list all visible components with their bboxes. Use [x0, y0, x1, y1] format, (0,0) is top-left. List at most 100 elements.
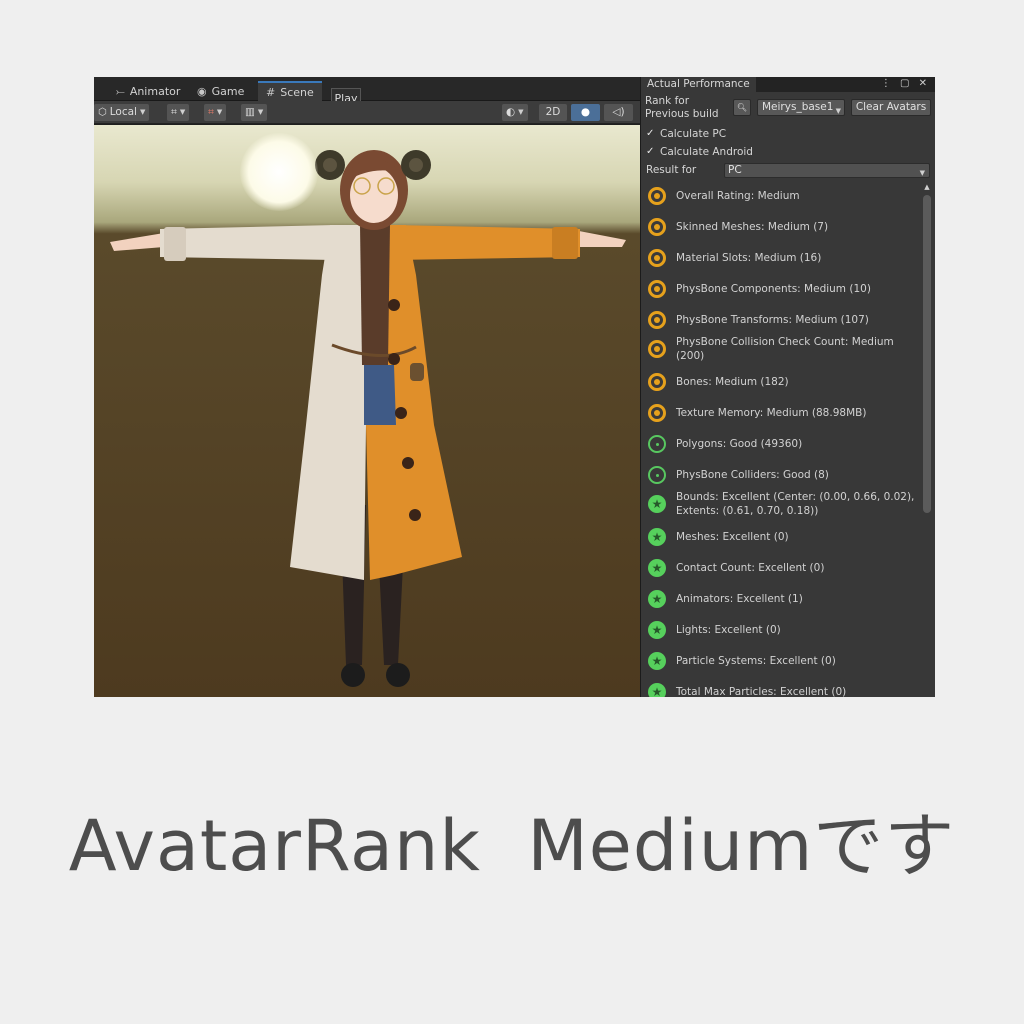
rating-row: Skinned Meshes: Medium (7) — [648, 218, 921, 236]
rating-row: ★ Lights: Excellent (0) — [648, 621, 921, 639]
coat-button — [388, 299, 400, 311]
chevron-down-icon: ▼ — [835, 107, 841, 115]
checkbox-calc-pc[interactable]: ✓ — [646, 129, 656, 139]
rating-text-line1: Texture Memory: Medium (88.98MB) — [676, 407, 867, 419]
increment-snap-button[interactable]: ⌗ ▼ — [204, 104, 227, 121]
medium-rating-icon — [648, 218, 666, 236]
tab-label: Scene — [280, 85, 314, 99]
ruler-icon: ▥ — [245, 106, 255, 118]
audio-toggle[interactable]: ◁) — [604, 104, 633, 121]
avatar-model — [110, 150, 626, 687]
coat-left — [290, 225, 366, 580]
rating-row: PhysBone Colliders: Good (8) — [648, 466, 921, 484]
window-controls[interactable]: ⋮ ▢ ✕ — [881, 77, 930, 91]
rank-label-line1: Rank for — [645, 95, 690, 107]
result-for-dropdown[interactable]: PC ▼ — [724, 163, 930, 178]
chevron-down-icon: ▼ — [257, 108, 264, 116]
rating-text: PhysBone Components: Medium (10) — [676, 282, 871, 296]
medium-rating-icon — [648, 280, 666, 298]
rating-text: Overall Rating: Medium — [676, 189, 800, 203]
rating-text: Polygons: Good (49360) — [676, 437, 802, 451]
excellent-rating-icon: ★ — [648, 683, 666, 697]
calc-pc-label: Calculate PC — [660, 128, 727, 140]
sweater — [360, 225, 390, 365]
rating-text-line1: Animators: Excellent (1) — [676, 593, 803, 605]
coat-button — [402, 457, 414, 469]
medium-rating-icon — [648, 373, 666, 391]
good-rating-icon — [648, 466, 666, 484]
rating-text: PhysBone Transforms: Medium (107) — [676, 313, 869, 327]
right-cuff — [552, 227, 578, 259]
excellent-rating-icon: ★ — [648, 590, 666, 608]
cube-icon: ⬡ — [98, 107, 107, 118]
rating-text-line1: Contact Count: Excellent (0) — [676, 562, 825, 574]
rating-text: PhysBone Colliders: Good (8) — [676, 468, 829, 482]
scene-toolbar: ⬡ Local ▼ ⌗ ▼ ⌗ ▼ ▥ ▼ ◐ ▼ 2D ● ◁) — [94, 101, 640, 124]
ratings-list[interactable]: Overall Rating: Medium Skinned Meshes: Me… — [641, 183, 921, 697]
scene-area: ⤚ Animator ◉ Game # Scene Play ⬡ Local ▼… — [94, 77, 640, 697]
rating-text: Texture Memory: Medium (88.98MB) — [676, 406, 866, 420]
rating-text-line1: PhysBone Collision Check Count: Medium — [676, 336, 894, 348]
excellent-rating-icon: ★ — [648, 495, 666, 513]
medium-rating-icon — [648, 249, 666, 267]
scrollbar[interactable]: ▲ — [923, 183, 931, 697]
left-hand — [110, 233, 164, 251]
rating-text: Contact Count: Excellent (0) — [676, 561, 824, 575]
rating-text-line1: Particle Systems: Excellent (0) — [676, 655, 836, 667]
tab-label: Game — [211, 85, 245, 98]
pivot-dropdown[interactable]: ⬡ Local ▼ — [94, 104, 150, 121]
shading-mode-button[interactable]: ◐ ▼ — [502, 104, 528, 121]
right-horn-inner — [409, 158, 423, 172]
chevron-down-icon: ▼ — [518, 108, 524, 116]
shorts — [364, 365, 396, 425]
sun — [240, 133, 318, 211]
scroll-thumb[interactable] — [923, 195, 931, 513]
calc-android-label: Calculate Android — [660, 146, 753, 158]
panel-tab-title[interactable]: Actual Performance — [641, 77, 756, 92]
coat-button — [409, 509, 421, 521]
chevron-down-icon: ▼ — [179, 108, 186, 116]
rating-text: Lights: Excellent (0) — [676, 623, 781, 637]
tab-animator[interactable]: ⤚ Animator — [108, 82, 188, 101]
rating-text: Total Max Particles: Excellent (0) — [676, 685, 846, 697]
coat-button — [395, 407, 407, 419]
rating-row: ★ Bounds: Excellent (Center: (0.00, 0.66,… — [648, 490, 921, 518]
rating-row: ★ Particle Systems: Excellent (0) — [648, 652, 921, 670]
grid-icon: # — [266, 85, 276, 99]
tab-game[interactable]: ◉ Game — [189, 82, 252, 101]
ruler-button[interactable]: ▥ ▼ — [241, 104, 268, 121]
rating-text-line1: PhysBone Transforms: Medium (107) — [676, 314, 869, 326]
rating-text: Material Slots: Medium (16) — [676, 251, 821, 265]
lighting-toggle[interactable]: ● — [571, 104, 600, 121]
checkbox-calc-android[interactable]: ✓ — [646, 147, 656, 157]
grid-snap-button[interactable]: ⌗ ▼ — [167, 104, 190, 121]
editor-screenshot: ⤚ Animator ◉ Game # Scene Play ⬡ Local ▼… — [94, 77, 935, 697]
clear-avatars-button[interactable]: Clear Avatars — [851, 99, 931, 116]
rating-text-line1: Skinned Meshes: Medium (7) — [676, 221, 829, 233]
avatar-select[interactable]: Meirys_base1 ▼ — [757, 99, 845, 116]
editor-tabbar: ⤚ Animator ◉ Game # Scene — [94, 77, 640, 101]
excellent-rating-icon: ★ — [648, 621, 666, 639]
gamepad-icon: ◉ — [197, 85, 207, 98]
snap-icon: ⌗ — [208, 106, 214, 118]
avatar-select-value: Meirys_base1 — [762, 101, 834, 113]
scene-viewport[interactable] — [94, 125, 640, 697]
rating-row: Polygons: Good (49360) — [648, 435, 921, 453]
rating-row: ★ Meshes: Excellent (0) — [648, 528, 921, 546]
coat-button — [388, 353, 400, 365]
view-2d-button[interactable]: 2D — [539, 104, 567, 121]
actual-performance-panel: Actual Performance ⋮ ▢ ✕ Rank for Previo… — [640, 77, 935, 697]
rating-text: Bones: Medium (182) — [676, 375, 789, 389]
rating-text-line1: Meshes: Excellent (0) — [676, 531, 789, 543]
rating-text-line1: Polygons: Good (49360) — [676, 438, 803, 450]
medium-rating-icon — [648, 404, 666, 422]
search-button[interactable]: 🔍︎ — [733, 99, 751, 116]
tab-scene[interactable]: # Scene — [258, 81, 322, 101]
lightbulb-icon: ● — [580, 106, 591, 118]
scroll-up-icon[interactable]: ▲ — [923, 183, 931, 191]
medium-rating-icon — [648, 187, 666, 205]
good-rating-icon — [648, 435, 666, 453]
rating-row: PhysBone Collision Check Count: Medium (2… — [648, 335, 921, 363]
left-cuff — [164, 227, 186, 261]
belt-pouch — [410, 363, 424, 381]
